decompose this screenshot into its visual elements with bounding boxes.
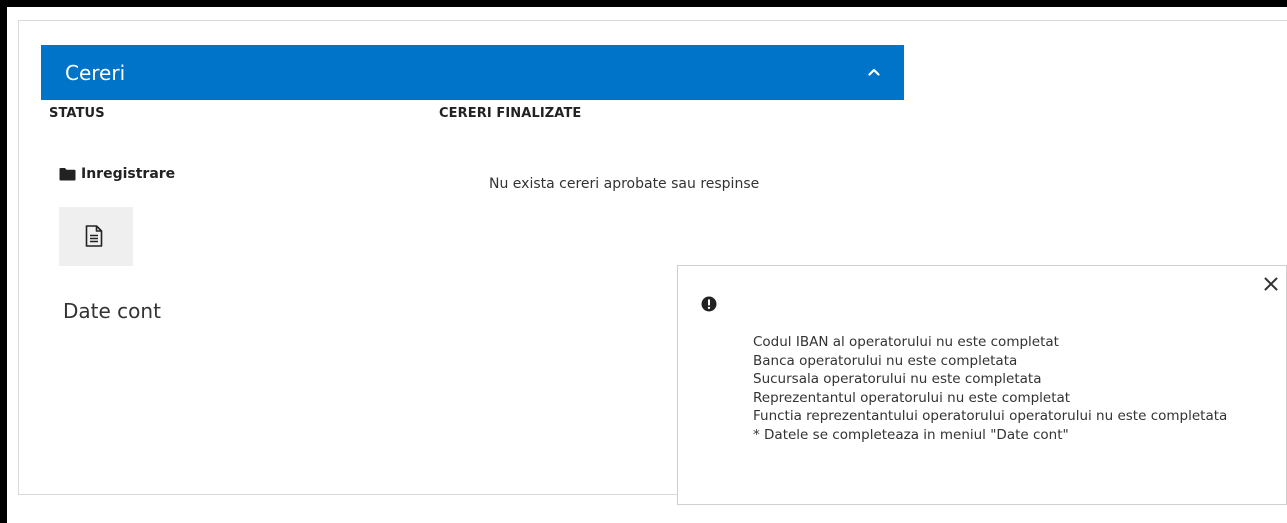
notification-message-list: Codul IBAN al operatorului nu este compl… [753, 333, 1227, 444]
panel-header[interactable]: Cereri [41, 45, 904, 100]
notification-message: Banca operatorului nu este completata [753, 352, 1018, 369]
notification-message: Reprezentantul operatorului nu este comp… [753, 389, 1071, 406]
empty-requests-message: Nu exista cereri aprobate sau respinse [489, 176, 760, 192]
date-cont-document-tile[interactable] [59, 207, 133, 266]
notification-message: Functia reprezentantului operatorului op… [753, 408, 1228, 424]
folder-item: Inregistrare [59, 166, 175, 182]
folder-label: Inregistrare [81, 166, 176, 182]
notification-message: Sucursala operatorului nu este completat… [753, 371, 1042, 387]
notification-message: Codul IBAN al operatorului nu este compl… [753, 334, 1059, 350]
window-frame-top [0, 0, 1287, 7]
status-column-header: STATUS [49, 106, 105, 121]
folder-icon [59, 168, 76, 181]
panel-title: Cereri [65, 61, 126, 85]
notification-toast: Codul IBAN al operatorului nu este compl… [677, 265, 1287, 505]
date-cont-link[interactable]: Date cont [63, 299, 161, 323]
notification-message: * Datele se completeaza in meniul "Date … [753, 426, 1069, 443]
finalized-column-header: CERERI FINALIZATE [439, 106, 582, 121]
chevron-up-icon[interactable] [867, 65, 881, 79]
window-frame-left [0, 0, 7, 523]
exclamation-circle-icon [701, 296, 717, 312]
document-icon [85, 225, 103, 247]
close-icon[interactable] [1263, 276, 1279, 292]
